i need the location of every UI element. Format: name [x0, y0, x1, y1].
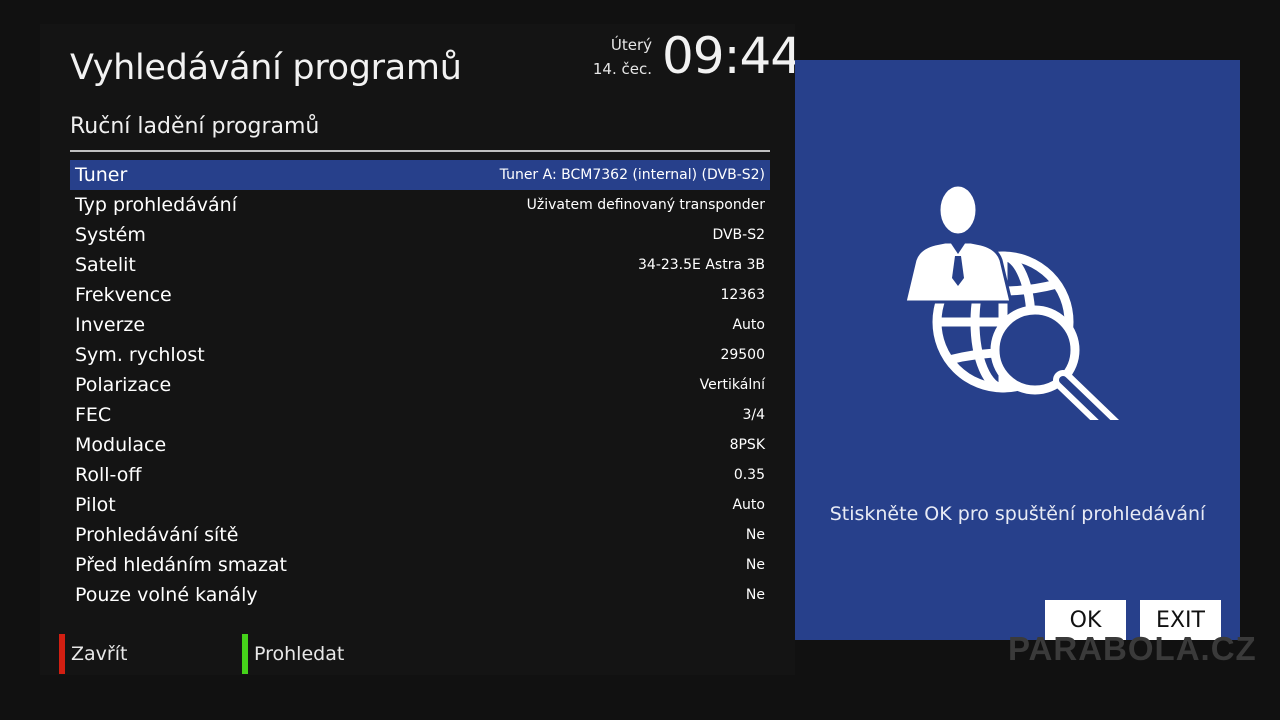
- setting-label: Před hledáním smazat: [75, 554, 288, 576]
- setting-label: Polarizace: [75, 374, 172, 396]
- divider: [70, 150, 770, 152]
- setting-row-polarization[interactable]: Polarizace Vertikální: [70, 370, 770, 400]
- watermark: PARABOLA.CZ: [1008, 630, 1257, 667]
- setting-label: Roll-off: [75, 464, 142, 486]
- setting-label: Pouze volné kanály: [75, 584, 258, 606]
- setting-row-fec[interactable]: FEC 3/4: [70, 400, 770, 430]
- setting-value: 29500: [720, 347, 765, 363]
- setting-row-satellite[interactable]: Satelit 34-23.5E Astra 3B: [70, 250, 770, 280]
- close-key-label: Zavřít: [71, 643, 128, 665]
- setting-row-inversion[interactable]: Inverze Auto: [70, 310, 770, 340]
- setting-value: Ne: [745, 527, 765, 543]
- setting-row-modulation[interactable]: Modulace 8PSK: [70, 430, 770, 460]
- setting-label: Systém: [75, 224, 146, 246]
- setting-row-tuner[interactable]: Tuner Tuner A: BCM7362 (internal) (DVB-S…: [70, 160, 770, 190]
- setting-label: Inverze: [75, 314, 146, 336]
- setting-value: Uživatem definovaný transponder: [526, 197, 765, 213]
- setting-label: Prohledávání sítě: [75, 524, 239, 546]
- setting-value: Auto: [732, 317, 765, 333]
- setting-value: Ne: [745, 557, 765, 573]
- setting-value: 8PSK: [729, 437, 765, 453]
- setting-label: Sym. rychlost: [75, 344, 205, 366]
- setting-value: Tuner A: BCM7362 (internal) (DVB-S2): [499, 167, 765, 183]
- setting-value: DVB-S2: [712, 227, 765, 243]
- setting-value: Auto: [732, 497, 765, 513]
- setting-row-free-only[interactable]: Pouze volné kanály Ne: [70, 580, 770, 610]
- info-message: Stiskněte OK pro spuštění prohledávání: [829, 503, 1206, 525]
- setting-value: 3/4: [742, 407, 765, 423]
- info-panel: Stiskněte OK pro spuštění prohledávání O…: [795, 60, 1240, 640]
- green-key-indicator: [242, 634, 248, 674]
- setting-value: Vertikální: [699, 377, 765, 393]
- setting-value: Ne: [745, 587, 765, 603]
- setting-label: FEC: [75, 404, 112, 426]
- clock-date: 14. čec.: [592, 60, 652, 78]
- setting-label: Tuner: [75, 164, 128, 186]
- setting-label: Modulace: [75, 434, 167, 456]
- setting-row-network-scan[interactable]: Prohledávání sítě Ne: [70, 520, 770, 550]
- page-title: Vyhledávání programů: [70, 48, 462, 88]
- user-globe-search-icon: [905, 183, 1120, 420]
- setting-row-symbol-rate[interactable]: Sym. rychlost 29500: [70, 340, 770, 370]
- setting-label: Pilot: [75, 494, 116, 516]
- setting-row-scan-type[interactable]: Typ prohledávání Uživatem definovaný tra…: [70, 190, 770, 220]
- setting-row-clear-before-scan[interactable]: Před hledáním smazat Ne: [70, 550, 770, 580]
- close-key[interactable]: Zavřít: [59, 634, 127, 674]
- settings-list: Tuner Tuner A: BCM7362 (internal) (DVB-S…: [70, 160, 770, 610]
- setting-value: 0.35: [733, 467, 765, 483]
- section-subtitle: Ruční ladění programů: [70, 114, 320, 139]
- setting-label: Satelit: [75, 254, 136, 276]
- scan-key-label: Prohledat: [254, 643, 345, 665]
- scan-key[interactable]: Prohledat: [242, 634, 344, 674]
- setting-value: 34-23.5E Astra 3B: [638, 257, 765, 273]
- setting-row-frequency[interactable]: Frekvence 12363: [70, 280, 770, 310]
- setting-row-pilot[interactable]: Pilot Auto: [70, 490, 770, 520]
- setting-row-rolloff[interactable]: Roll-off 0.35: [70, 460, 770, 490]
- clock-time: 09:44: [662, 27, 802, 85]
- setting-label: Frekvence: [75, 284, 172, 306]
- setting-label: Typ prohledávání: [75, 194, 237, 216]
- clock-day: Úterý: [610, 36, 652, 54]
- setting-row-system[interactable]: Systém DVB-S2: [70, 220, 770, 250]
- red-key-indicator: [59, 634, 65, 674]
- setting-value: 12363: [720, 287, 765, 303]
